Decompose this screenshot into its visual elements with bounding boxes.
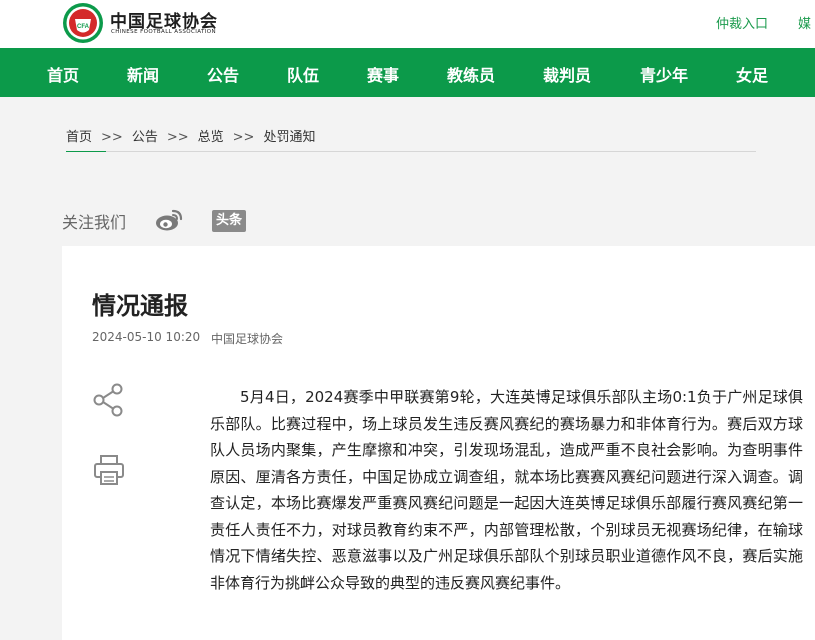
weibo-icon[interactable] bbox=[155, 208, 183, 232]
nav-item-news[interactable]: 新闻 bbox=[127, 62, 159, 86]
main-nav: 首页 新闻 公告 队伍 赛事 教练员 裁判员 青少年 女足 bbox=[0, 48, 815, 97]
article-title: 情况通报 bbox=[92, 292, 188, 320]
nav-item-referees[interactable]: 裁判员 bbox=[543, 62, 591, 86]
article-date: 2024-05-10 10:20 bbox=[92, 330, 201, 344]
breadcrumb-accent-line bbox=[66, 151, 106, 152]
nav-item-teams[interactable]: 队伍 bbox=[287, 62, 319, 86]
media-link[interactable]: 媒 bbox=[798, 13, 811, 32]
breadcrumb-penalty-notices[interactable]: 处罚通知 bbox=[263, 130, 315, 145]
nav-item-announcements[interactable]: 公告 bbox=[207, 62, 239, 86]
article-source: 中国足球协会 bbox=[211, 332, 284, 346]
nav-item-womens-football[interactable]: 女足 bbox=[736, 62, 768, 86]
breadcrumb-overview[interactable]: 总览 bbox=[198, 130, 224, 145]
breadcrumb-separator: >> bbox=[166, 130, 189, 145]
cfa-logo-icon[interactable]: CFA bbox=[62, 2, 104, 44]
share-icon[interactable] bbox=[92, 383, 126, 417]
print-icon[interactable] bbox=[92, 453, 126, 487]
breadcrumb: 首页 >> 公告 >> 总览 >> 处罚通知 bbox=[66, 126, 756, 152]
logo-badge-text: CFA bbox=[77, 24, 90, 30]
top-header: CFA 中国足球协会 CHINESE FOOTBALL ASSOCIATION … bbox=[0, 0, 815, 48]
toutiao-icon[interactable]: 头条 bbox=[212, 210, 246, 232]
breadcrumb-separator: >> bbox=[232, 130, 255, 145]
nav-item-youth[interactable]: 青少年 bbox=[640, 62, 688, 86]
arbitration-entry-link[interactable]: 仲裁入口 bbox=[716, 13, 768, 32]
follow-us-label: 关注我们 bbox=[62, 213, 127, 232]
logo-subtitle: CHINESE FOOTBALL ASSOCIATION bbox=[111, 29, 216, 35]
nav-item-coaches[interactable]: 教练员 bbox=[447, 62, 495, 86]
breadcrumb-announcements[interactable]: 公告 bbox=[132, 130, 158, 145]
breadcrumb-home[interactable]: 首页 bbox=[66, 130, 92, 145]
nav-item-competitions[interactable]: 赛事 bbox=[367, 62, 399, 86]
breadcrumb-separator: >> bbox=[101, 130, 123, 145]
nav-item-home[interactable]: 首页 bbox=[47, 62, 79, 86]
article-body: 5月4日，2024赛季中甲联赛第9轮，大连英博足球俱乐部队主场0:1负于广州足球… bbox=[210, 388, 803, 592]
